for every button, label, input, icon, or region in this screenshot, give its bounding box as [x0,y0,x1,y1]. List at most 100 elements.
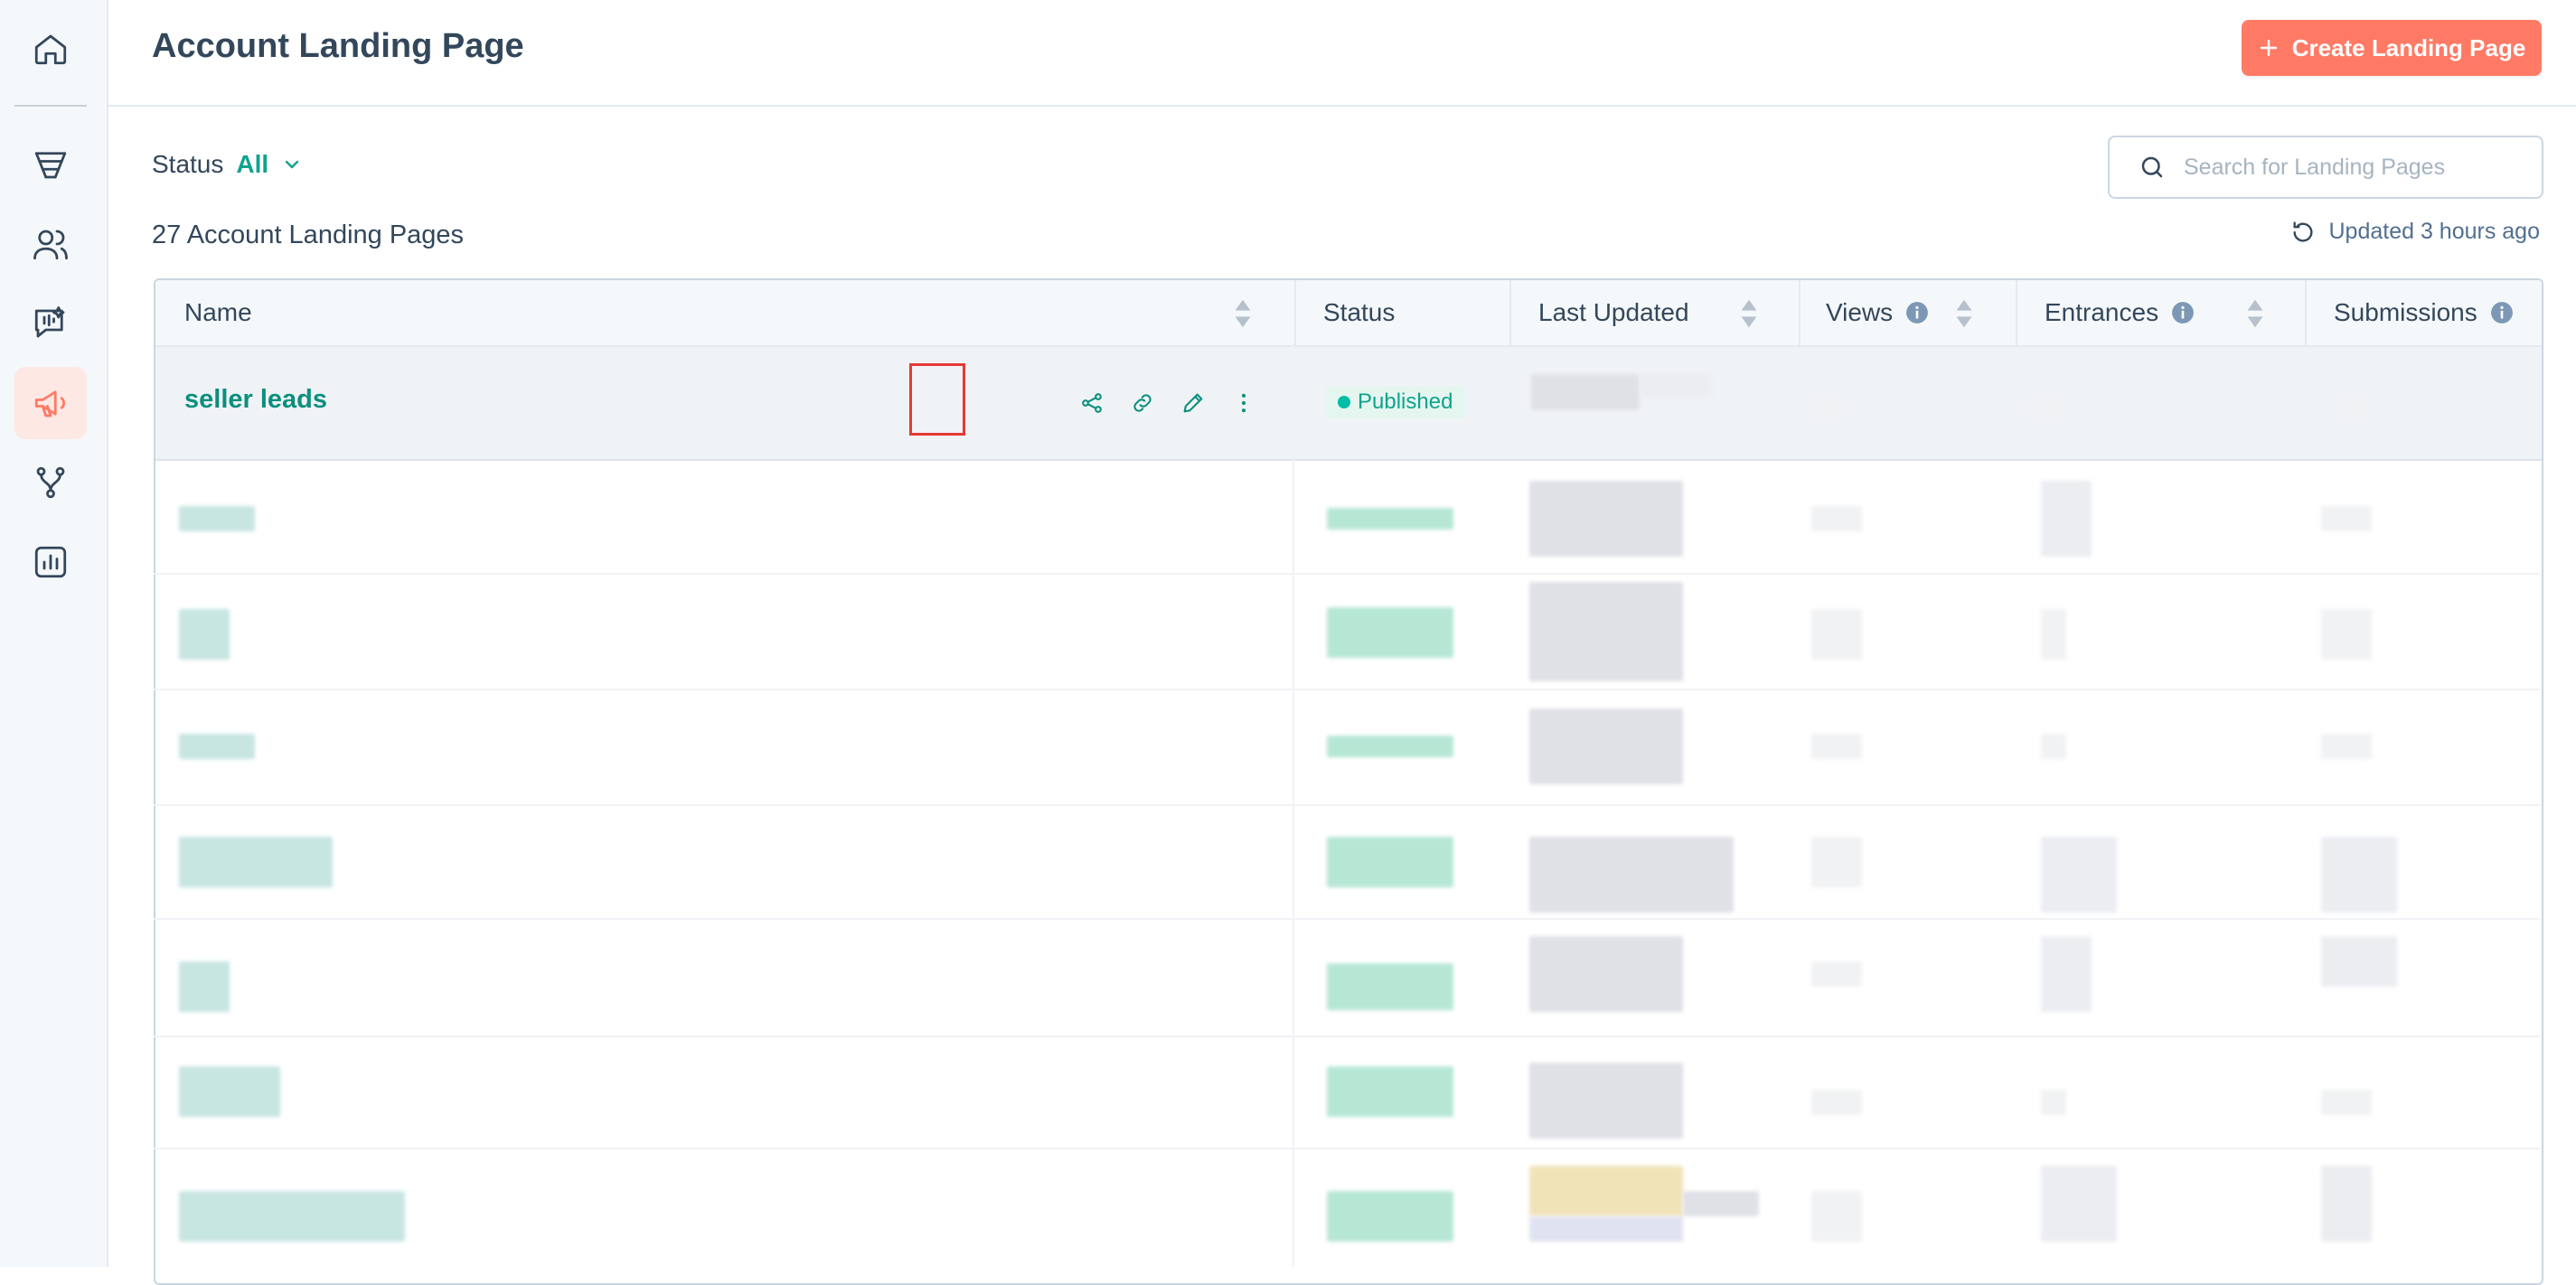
status-filter-value[interactable]: All [236,150,268,179]
redacted-submissions [2321,1090,2372,1115]
landing-page-name-link[interactable]: seller leads [184,385,327,415]
automation-branch-icon [36,466,65,499]
column-header-status: Status [1323,280,1395,345]
column-header-name[interactable]: Name [184,280,252,345]
column-divider [2305,280,2307,345]
nav-automation[interactable] [14,446,87,519]
contacts-icon [33,230,68,260]
redacted-date [1529,1063,1683,1139]
sort-icon[interactable] [1954,298,1974,329]
link-icon [1133,394,1152,412]
sort-icon[interactable] [1233,298,1253,329]
table-header: Name Status Last Updated Views Entrances… [155,280,2542,347]
row-divider [154,573,2540,575]
redacted-date [1529,1216,1683,1242]
nav-funnel[interactable] [14,128,87,201]
column-label: Last Updated [1538,298,1689,326]
sort-icon[interactable] [2245,298,2265,329]
updated-status[interactable]: Updated 3 hours ago [2290,219,2540,245]
edit-button[interactable] [1173,383,1213,423]
plus-icon [2260,39,2277,57]
create-button-label: Create Landing Page [2291,33,2526,61]
more-actions-button[interactable] [1224,383,1264,423]
redacted-entrances [2041,481,2092,557]
refresh-icon[interactable] [2290,220,2316,245]
redacted-status [1327,1191,1453,1242]
redacted-entrances [2041,1090,2066,1115]
redacted-views [1811,734,1862,759]
home-icon [34,34,67,65]
column-header-submissions: Submissions [2334,280,2514,345]
info-icon[interactable] [2490,301,2514,324]
highlight-box [909,363,965,436]
redacted-views [1811,1191,1862,1242]
updated-label: Updated 3 hours ago [2328,219,2540,244]
status-filter[interactable]: Status All [152,150,303,179]
status-badge-label: Published [1358,389,1453,414]
left-sidebar [0,0,108,1267]
redacted-entrances [2041,936,2092,1012]
last-updated-redacted [1531,374,1640,410]
info-icon[interactable] [2171,301,2195,324]
column-divider [1294,280,1296,345]
column-divider [2016,280,2017,345]
redacted-date [1683,1191,1759,1216]
redacted-status [1327,837,1453,887]
nav-home[interactable] [14,13,87,85]
search-icon [2141,156,2163,178]
redacted-name [179,1066,280,1117]
column-label: Name [184,298,252,326]
share-button[interactable] [1072,383,1112,423]
landing-page-count: 27 Account Landing Pages [152,220,465,249]
nav-marketing[interactable] [14,367,87,439]
create-landing-page-button[interactable]: Create Landing Page [2242,20,2542,76]
status-dot [1338,396,1350,408]
redacted-submissions [2321,734,2372,759]
redacted-submissions [2321,1166,2372,1242]
nav-divider [14,105,87,107]
redacted-name [179,734,255,759]
redacted-entrances [2041,609,2066,660]
redacted-entrances [2041,734,2066,759]
sort-icon[interactable] [1739,298,1759,329]
redacted-submissions [2321,506,2372,531]
redacted-entrances [2041,1166,2117,1242]
redacted-date [1529,582,1683,681]
views-redacted [1813,398,1840,416]
column-header-last-updated[interactable]: Last Updated [1538,280,1689,345]
column-label: Submissions [2334,298,2477,326]
column-label: Status [1323,298,1396,326]
redacted-views [1811,609,1862,660]
column-divider [1509,280,1511,345]
nav-conversations[interactable] [14,287,87,360]
redacted-date [1529,837,1734,913]
search-box[interactable] [2108,136,2543,199]
column-header-entrances[interactable]: Entrances [2045,280,2195,345]
copy-link-button[interactable] [1123,383,1162,423]
share-icon [1082,393,1102,413]
redacted-name [179,837,333,887]
row-divider [154,918,2540,920]
chevron-down-icon[interactable] [281,154,303,175]
redacted-views [1811,1090,1862,1115]
row-divider [154,689,2540,690]
status-filter-label: Status [152,150,224,178]
row-divider [154,1148,2540,1149]
page-header: Account Landing Page Create Landing Page [108,0,2576,107]
marketing-megaphone-icon [34,390,66,417]
redacted-submissions [2321,936,2397,987]
last-updated-redacted [1640,374,1712,398]
column-header-views[interactable]: Views [1826,280,1929,345]
redacted-name [179,609,230,660]
redacted-entrances [2041,837,2117,913]
column-label: Entrances [2045,298,2159,326]
column-label: Views [1826,298,1894,326]
landing-pages-table: Name Status Last Updated Views Entrances… [154,278,2543,1285]
edit-pencil-icon [1183,393,1203,413]
redacted-date [1529,936,1683,1012]
search-input[interactable] [2182,153,2529,182]
nav-contacts[interactable] [14,208,87,280]
info-icon[interactable] [1905,301,1929,324]
status-badge: Published [1325,386,1466,418]
nav-reports[interactable] [14,526,87,598]
